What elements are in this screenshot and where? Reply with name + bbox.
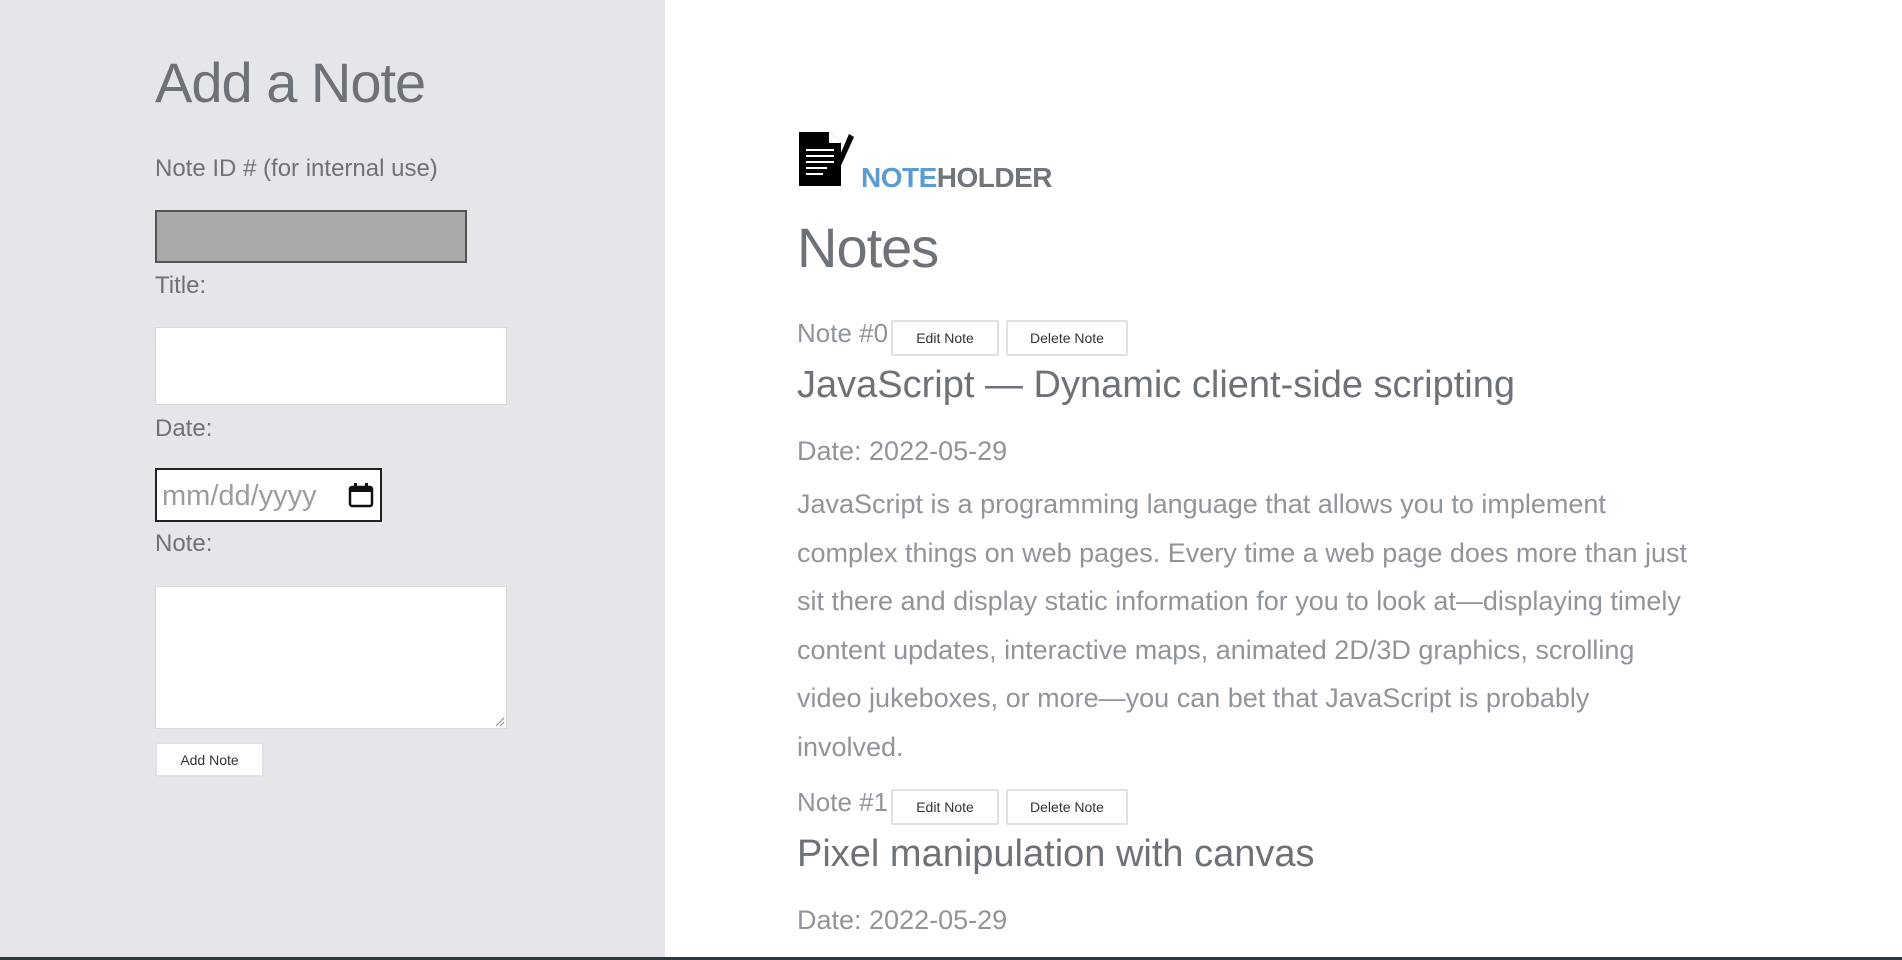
calendar-icon[interactable] [348,482,374,508]
title-input[interactable] [155,327,507,405]
edit-note-button[interactable]: Edit Note [891,789,999,825]
resize-grip-icon[interactable] [495,717,505,727]
delete-note-button[interactable]: Delete Note [1006,789,1128,825]
note-card: Note #1 Edit Note Delete Note Pixel mani… [797,787,1697,957]
note-number: Note #1 [797,787,889,817]
note-number: Note #0 [797,318,889,348]
notes-heading: Notes [797,216,939,279]
date-placeholder: mm/dd/yyyy [162,480,317,512]
note-card: Note #0 Edit Note Delete Note JavaScript… [797,318,1697,762]
noteholder-logo: NOTEHOLDER [797,130,1097,193]
title-label: Title: [155,272,207,299]
brand-note-part: NOTE [861,162,937,193]
note-id-label: Note ID # (for internal use) [155,155,438,182]
edit-note-button[interactable]: Edit Note [891,320,999,356]
note-label: Note: [155,530,213,557]
add-note-panel: Add a Note Note ID # (for internal use) … [0,0,665,958]
note-date: Date: 2022-05-29 [797,436,1008,466]
note-id-input[interactable] [155,210,467,263]
add-note-button[interactable]: Add Note [155,742,264,777]
note-title: Pixel manipulation with canvas [797,833,1315,875]
document-pen-icon [799,132,854,186]
note-date: Date: 2022-05-29 [797,905,1008,935]
note-textarea[interactable] [155,586,507,729]
delete-note-button[interactable]: Delete Note [1006,320,1128,356]
note-body: JavaScript is a programming language tha… [797,489,1687,762]
brand-name: NOTEHOLDER [861,162,1053,194]
form-title: Add a Note [155,51,426,114]
date-input[interactable]: mm/dd/yyyy [155,468,382,522]
note-title: JavaScript — Dynamic client-side scripti… [797,364,1516,406]
brand-holder-part: HOLDER [936,162,1053,193]
date-label: Date: [155,415,213,442]
